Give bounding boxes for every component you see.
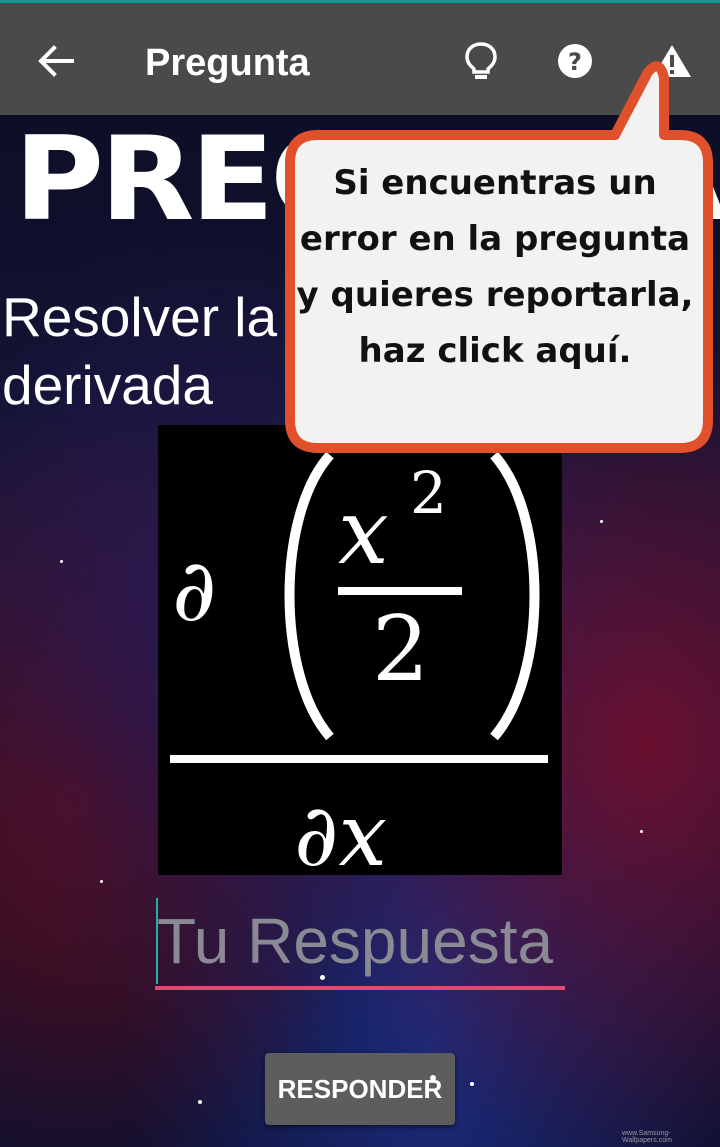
star bbox=[470, 1082, 474, 1086]
star bbox=[640, 830, 643, 833]
star bbox=[600, 520, 603, 523]
submit-button[interactable]: RESPONDER bbox=[265, 1053, 455, 1125]
star bbox=[198, 1100, 202, 1104]
numerator-base: x bbox=[338, 480, 389, 585]
wallpaper-watermark: www.Samsung-Wallpapers.com bbox=[622, 1130, 672, 1144]
answer-input[interactable] bbox=[155, 895, 565, 990]
text-cursor bbox=[156, 898, 158, 984]
numerator-denominator: 2 bbox=[372, 597, 429, 702]
denominator-dx: ∂x bbox=[294, 786, 387, 875]
star bbox=[100, 880, 103, 883]
star bbox=[430, 1075, 436, 1081]
formula-image: ∂ x 2 2 ∂x bbox=[158, 425, 562, 886]
tooltip-text: Si encuentras un error en la pregunta y … bbox=[296, 163, 694, 371]
star bbox=[320, 975, 325, 980]
star bbox=[60, 560, 63, 563]
partial-symbol: ∂ bbox=[172, 541, 216, 641]
